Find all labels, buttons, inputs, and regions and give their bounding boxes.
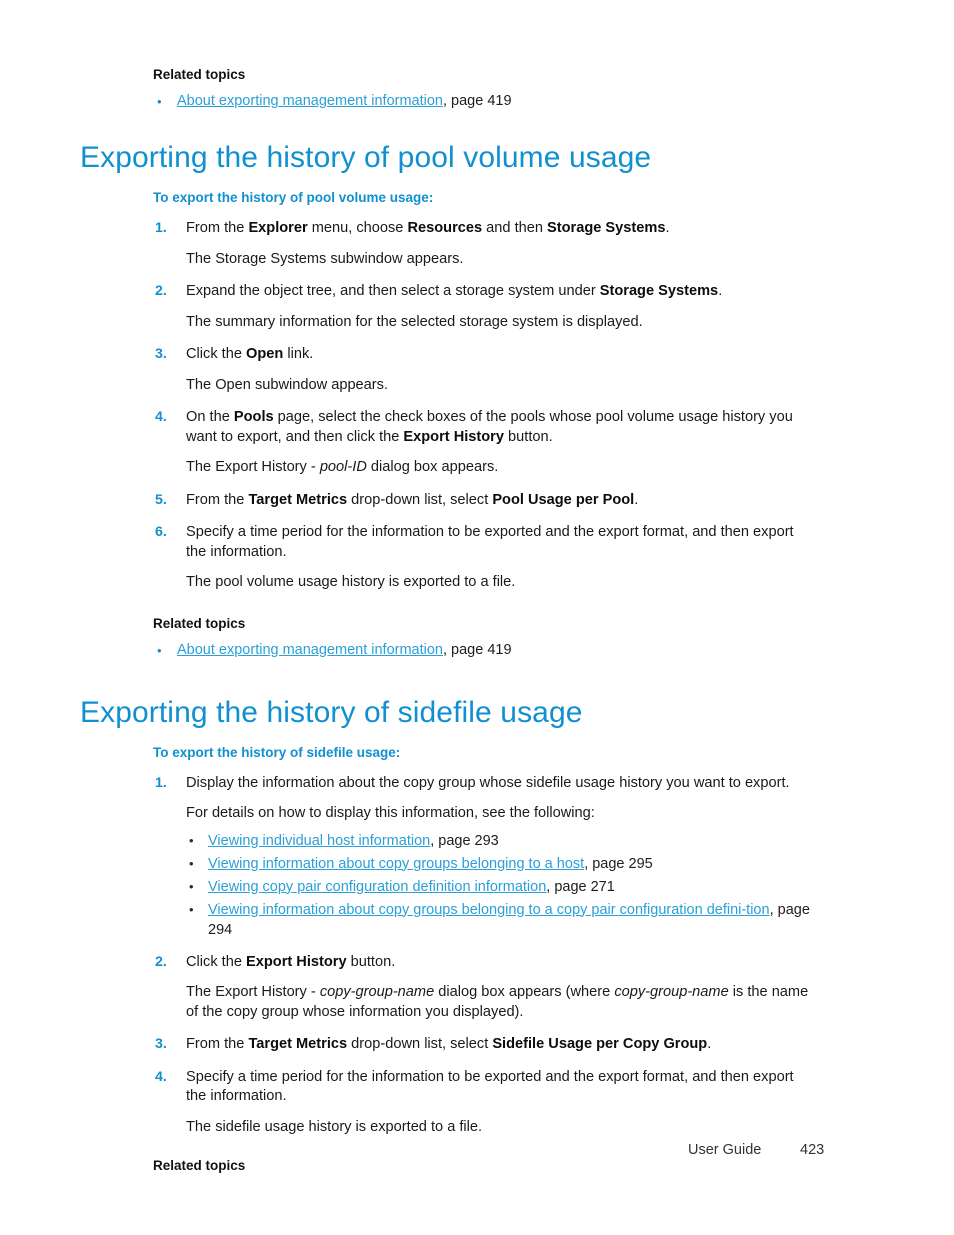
bullet-icon: • <box>189 832 194 848</box>
step-number: 3. <box>155 1036 167 1052</box>
cross-reference-list: • Viewing individual host information, pa… <box>186 831 816 940</box>
step-item: 3. Click the Open link. The Open subwind… <box>155 345 816 395</box>
page-reference: , page 295 <box>584 855 653 872</box>
step-text: Click the Export History button. <box>186 953 396 970</box>
page-title: Exporting the history of sidefile usage <box>80 695 583 729</box>
list-item: • Viewing copy pair configuration definit… <box>186 877 816 897</box>
step-number: 5. <box>155 491 167 508</box>
step-number: 1. <box>155 774 167 791</box>
ui-term-pools: Pools <box>233 409 274 425</box>
page-content: Related topics • About exporting manageme… <box>80 44 816 1182</box>
ui-term-open: Open <box>246 346 284 362</box>
list-item: • Viewing individual host information, pa… <box>186 831 816 851</box>
step-result: The Export History - pool-ID dialog box … <box>186 459 499 475</box>
cross-reference-link[interactable]: Viewing individual host information <box>208 833 430 849</box>
step-result: The sidefile usage history is exported t… <box>186 1118 483 1135</box>
step-number: 2. <box>155 953 167 970</box>
cross-reference-link[interactable]: Viewing copy pair configuration definiti… <box>208 879 546 895</box>
page-reference: , page 419 <box>443 93 512 109</box>
page-reference: , page 293 <box>430 832 499 849</box>
procedure-subheading: To export the history of pool volume usa… <box>153 190 434 205</box>
ui-term-storage-systems: Storage Systems <box>599 283 719 299</box>
step-number: 6. <box>155 524 167 540</box>
related-topics-label: Related topics <box>153 615 246 631</box>
ui-term-storage-systems: Storage Systems <box>547 220 666 236</box>
step-lead-in: For details on how to display this infor… <box>186 805 595 821</box>
list-item: • Viewing information about copy groups b… <box>186 854 816 874</box>
step-text: Expand the object tree, and then select … <box>186 283 723 299</box>
ui-term-export-history: Export History <box>246 953 347 970</box>
step-number: 2. <box>155 283 167 299</box>
bullet-icon: • <box>157 94 162 109</box>
list-item: • Viewing information about copy groups b… <box>186 900 816 940</box>
procedure-steps-pool: 1. From the Explorer menu, choose Resour… <box>80 219 816 593</box>
cross-reference-link[interactable]: About exporting management information <box>177 93 443 109</box>
step-item: 5. From the Target Metrics drop-down lis… <box>155 491 816 511</box>
document-page: Related topics • About exporting manageme… <box>0 0 954 1235</box>
placeholder-copy-group-name: copy-group-name <box>319 984 435 1000</box>
step-item: 4. On the Pools page, select the check b… <box>155 408 816 478</box>
step-text: Specify a time period for the informatio… <box>186 524 794 560</box>
bullet-icon: • <box>157 642 162 658</box>
step-result: The pool volume usage history is exporte… <box>186 574 516 590</box>
cross-reference-link[interactable]: About exporting management information <box>177 642 443 658</box>
step-result: The Export History - copy-group-name dia… <box>186 984 809 1020</box>
ui-term-pool-usage-per-pool: Pool Usage per Pool <box>492 491 635 508</box>
step-result: The Storage Systems subwindow appears. <box>186 250 464 267</box>
step-item: 6. Specify a time period for the informa… <box>155 523 816 593</box>
step-number: 1. <box>155 220 167 236</box>
step-item: 4. Specify a time period for the informa… <box>155 1068 816 1138</box>
footer-page-number: 423 <box>800 1142 825 1158</box>
step-result: The summary information for the selected… <box>186 313 643 330</box>
section-pool-volume-usage: Exporting the history of pool volume usa… <box>80 141 816 175</box>
step-text: Click the Open link. <box>186 346 314 362</box>
page-title: Exporting the history of pool volume usa… <box>80 141 652 174</box>
bullet-icon: • <box>189 855 194 871</box>
bullet-icon: • <box>189 901 194 917</box>
ui-term-explorer: Explorer <box>248 220 308 236</box>
step-number: 4. <box>155 1068 167 1085</box>
step-item: 1. From the Explorer menu, choose Resour… <box>155 219 816 269</box>
ui-term-target-metrics: Target Metrics <box>248 1036 348 1052</box>
related-topic-item: • About exporting management information,… <box>153 92 816 111</box>
step-text: Display the information about the copy g… <box>186 774 790 791</box>
step-text: On the Pools page, select the check boxe… <box>186 409 793 445</box>
placeholder-copy-group-name: copy-group-name <box>614 984 729 1000</box>
step-text: From the Target Metrics drop-down list, … <box>186 1036 712 1052</box>
related-topics-label: Related topics <box>153 67 246 82</box>
procedure-steps-sidefile: 1. Display the information about the cop… <box>80 774 816 1138</box>
step-number: 4. <box>155 409 167 425</box>
procedure-subheading: To export the history of sidefile usage: <box>153 744 401 760</box>
step-text: From the Explorer menu, choose Resources… <box>186 220 670 236</box>
step-item: 2. Expand the object tree, and then sele… <box>155 282 816 332</box>
step-text: Specify a time period for the informatio… <box>186 1068 794 1105</box>
step-number: 3. <box>155 346 167 362</box>
step-item: 3. From the Target Metrics drop-down lis… <box>155 1035 816 1055</box>
ui-term-resources: Resources <box>407 220 483 236</box>
step-text: From the Target Metrics drop-down list, … <box>186 491 639 508</box>
step-item: 1. Display the information about the cop… <box>155 774 816 940</box>
placeholder-pool-id: pool-ID <box>319 459 367 475</box>
step-result: The Open subwindow appears. <box>186 376 389 393</box>
related-topic-item: • About exporting management information,… <box>153 641 816 660</box>
related-topics-block-pool: Related topics • About exporting manageme… <box>80 615 816 660</box>
bullet-icon: • <box>189 878 194 894</box>
section-sidefile-usage: Exporting the history of sidefile usage <box>80 696 816 730</box>
cross-reference-link[interactable]: Viewing information about copy groups be… <box>208 856 584 872</box>
ui-term-sidefile-usage-per-copy-group: Sidefile Usage per Copy Group <box>492 1036 708 1052</box>
ui-term-target-metrics: Target Metrics <box>248 491 348 508</box>
step-item: 2. Click the Export History button. The … <box>155 953 816 1023</box>
footer-guide-label: User Guide <box>688 1142 762 1158</box>
page-reference: , page 419 <box>443 641 512 658</box>
related-topics-block-top: Related topics • About exporting manageme… <box>80 66 816 111</box>
ui-term-export-history: Export History <box>403 428 504 445</box>
cross-reference-link[interactable]: Viewing information about copy groups be… <box>208 902 770 918</box>
page-footer: User Guide 423 <box>0 1142 954 1166</box>
page-reference: , page 271 <box>546 878 615 895</box>
